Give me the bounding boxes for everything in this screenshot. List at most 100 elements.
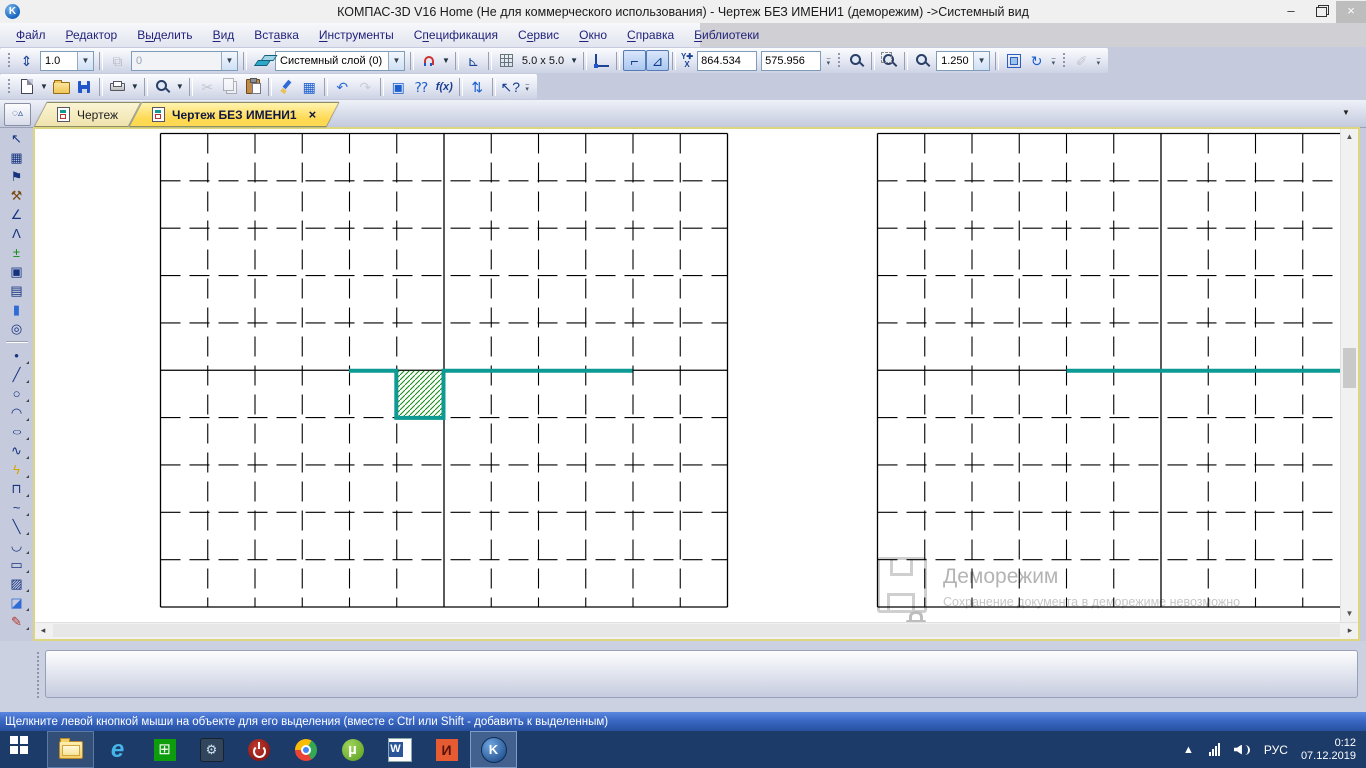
dropdown-arrow[interactable]: ▼ xyxy=(131,82,139,91)
menu-вид[interactable]: Вид xyxy=(203,28,245,42)
format-brush-button[interactable] xyxy=(275,76,298,97)
edit-tool-button[interactable]: ⚒ xyxy=(4,186,30,205)
measure-tool-button[interactable]: Λ xyxy=(4,224,30,243)
context-help-button[interactable]: ↖? xyxy=(499,76,522,97)
layers-button[interactable] xyxy=(250,50,273,71)
horizontal-scrollbar[interactable]: ◂ ▸ xyxy=(35,622,1358,639)
layer-number-combo[interactable]: 0▼ xyxy=(131,51,238,71)
measure-button[interactable]: ✐ xyxy=(1070,50,1093,71)
view-rect-tool-button[interactable]: ▮ xyxy=(4,300,30,319)
circle-tool-button[interactable]: ○ xyxy=(4,384,30,403)
polyline-tool-button[interactable]: ϟ xyxy=(4,460,30,479)
copy-button[interactable] xyxy=(219,76,242,97)
angle-snap-button[interactable]: ⊾ xyxy=(462,50,485,71)
variables-button[interactable]: f(x) xyxy=(433,76,456,97)
coord-y-field[interactable]: 575.956 xyxy=(761,51,821,71)
local-cs-button[interactable] xyxy=(590,50,613,71)
scroll-down-arrow[interactable]: ▼ xyxy=(1341,606,1358,622)
document-tab-2[interactable]: Чертеж БЕЗ ИМЕНИ1× xyxy=(129,102,339,127)
menu-редактор[interactable]: Редактор xyxy=(56,28,128,42)
scroll-up-arrow[interactable]: ▲ xyxy=(1341,129,1358,145)
taskbar-power-button[interactable] xyxy=(235,731,282,768)
fillet-tool-button[interactable]: ◡ xyxy=(4,536,30,555)
layer-shift-button[interactable]: ⧉ xyxy=(106,50,129,71)
taskbar-explorer-button[interactable] xyxy=(47,731,94,768)
zoom-area-button[interactable] xyxy=(878,50,901,71)
scroll-left-arrow[interactable]: ◂ xyxy=(35,623,51,639)
curve-tool-button[interactable]: ∿ xyxy=(4,441,30,460)
toolbar-grip[interactable] xyxy=(7,52,12,69)
cut-button[interactable]: ✂ xyxy=(196,76,219,97)
open-button[interactable] xyxy=(50,76,73,97)
dropdown-arrow[interactable]: ▼ xyxy=(40,82,48,91)
menu-файл[interactable]: Файл xyxy=(6,28,56,42)
taskbar-utorrent-button[interactable]: µ xyxy=(329,731,376,768)
compact-panel-button[interactable]: ◌▵ xyxy=(4,103,31,126)
chamfer-tool-button[interactable]: ╲ xyxy=(4,517,30,536)
tray-expand-icon[interactable]: ▲ xyxy=(1183,744,1194,756)
menu-инструменты[interactable]: Инструменты xyxy=(309,28,404,42)
vertical-scroll-thumb[interactable] xyxy=(1343,348,1356,388)
taskbar-chrome-button[interactable] xyxy=(282,731,329,768)
grid-tool-button[interactable]: ▦ xyxy=(4,148,30,167)
dropdown-arrow[interactable]: ▼ xyxy=(570,56,578,65)
rounding-button[interactable]: ⊿ xyxy=(646,50,669,71)
taskbar-orange-app-button[interactable]: И xyxy=(423,731,470,768)
toolbar-overflow-button[interactable]: –▾ xyxy=(1093,51,1104,70)
help-docs-button[interactable]: ⁇ xyxy=(410,76,433,97)
toolbar-overflow-button[interactable]: –▾ xyxy=(823,51,834,70)
current-layer-combo-dropdown[interactable]: ▼ xyxy=(388,52,404,70)
menu-спецификация[interactable]: Спецификация xyxy=(404,28,508,42)
taskbar-start-button[interactable] xyxy=(0,731,47,768)
fill-tool-button[interactable]: ◪ xyxy=(4,593,30,612)
properties-button[interactable]: ▦ xyxy=(298,76,321,97)
step-button[interactable]: ⇕ xyxy=(15,50,38,71)
tab-list-dropdown-button[interactable]: ▼ xyxy=(1335,105,1357,121)
hatch-tool-button[interactable]: ▨ xyxy=(4,574,30,593)
minimize-button[interactable]: – xyxy=(1276,1,1306,23)
step-combo-dropdown[interactable]: ▼ xyxy=(77,52,93,70)
point-tool-button[interactable]: • xyxy=(4,346,30,365)
zoom-combo[interactable]: 1.250▼ xyxy=(936,51,990,71)
ortho-button[interactable]: ⌐ xyxy=(623,50,646,71)
preview-button[interactable] xyxy=(151,76,174,97)
close-button[interactable]: × xyxy=(1336,1,1366,23)
dropdown-arrow[interactable]: ▼ xyxy=(176,82,184,91)
taskbar-ie-button[interactable]: e xyxy=(94,731,141,768)
offset-tool-button[interactable]: ⊓ xyxy=(4,479,30,498)
ellipse-tool-button[interactable]: ○ xyxy=(4,422,30,441)
menu-окно[interactable]: Окно xyxy=(569,28,617,42)
new-window-button[interactable]: ▣ xyxy=(387,76,410,97)
current-layer-combo[interactable]: Системный слой (0)▼ xyxy=(275,51,405,71)
grid-button[interactable] xyxy=(495,50,518,71)
dropdown-arrow[interactable]: ▼ xyxy=(442,56,450,65)
save-view-tool-button[interactable]: ▣ xyxy=(4,262,30,281)
new-button[interactable] xyxy=(15,76,38,97)
perpendicular-tool-button[interactable]: ∠ xyxy=(4,205,30,224)
paste-button[interactable] xyxy=(242,76,265,97)
brush-tool-button[interactable]: ✎ xyxy=(4,612,30,631)
scroll-right-arrow[interactable]: ▸ xyxy=(1342,623,1358,639)
taskbar-kompas-button[interactable]: K xyxy=(470,731,517,768)
language-indicator[interactable]: РУС xyxy=(1264,743,1288,757)
vertical-scrollbar[interactable]: ▲ ▼ xyxy=(1340,129,1358,622)
save-button[interactable] xyxy=(73,76,96,97)
menu-библиотеки[interactable]: Библиотеки xyxy=(684,28,769,42)
exchange-button[interactable]: ⇅ xyxy=(466,76,489,97)
camera-tool-button[interactable]: ◎ xyxy=(4,319,30,338)
toolbar-grip[interactable] xyxy=(837,52,842,69)
taskbar-word-button[interactable] xyxy=(376,731,423,768)
layer-number-combo-dropdown[interactable]: ▼ xyxy=(221,52,237,70)
step-combo[interactable]: 1.0▼ xyxy=(40,51,94,71)
undo-button[interactable]: ↶ xyxy=(331,76,354,97)
taskbar-store-button[interactable]: ⊞ xyxy=(141,731,188,768)
document-tab-1[interactable]: Чертеж xyxy=(34,102,141,127)
snap-button[interactable] xyxy=(417,50,440,71)
zoom-in-button[interactable] xyxy=(911,50,934,71)
spline-tool-button[interactable]: ~ xyxy=(4,498,30,517)
taskbar-devices-button[interactable]: ⚙ xyxy=(188,731,235,768)
rectangle-tool-button[interactable]: ▭ xyxy=(4,555,30,574)
arc-tool-button[interactable]: ◠ xyxy=(4,403,30,422)
refresh-button[interactable]: ↻ xyxy=(1025,50,1048,71)
redo-button[interactable]: ↷ xyxy=(354,76,377,97)
